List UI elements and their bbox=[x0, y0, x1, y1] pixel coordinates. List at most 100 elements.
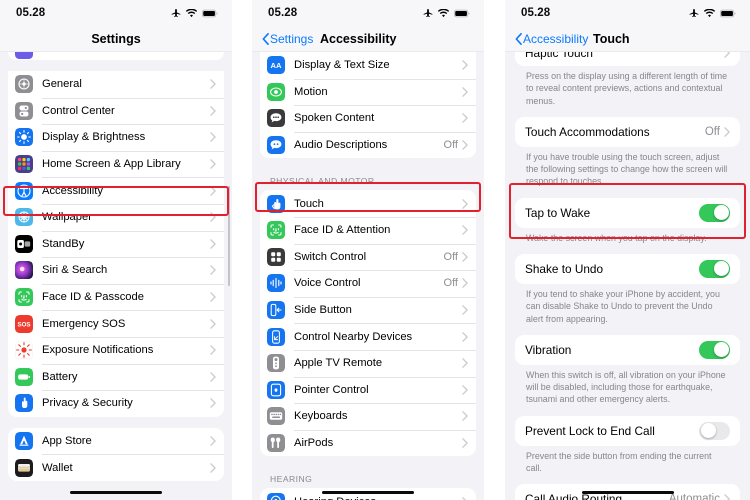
settings-row-general[interactable]: General bbox=[8, 71, 224, 98]
settings-row-face-id-attention[interactable]: Face ID & Attention bbox=[260, 216, 476, 244]
settings-row-label: Battery bbox=[42, 370, 78, 383]
settings-row-switch-control[interactable]: Switch Control Off bbox=[260, 243, 476, 271]
settings-row-privacy-security[interactable]: Privacy & Security bbox=[8, 390, 224, 417]
touch-setting-haptic-touch[interactable]: Haptic Touch bbox=[515, 52, 740, 66]
wallet-icon bbox=[15, 458, 33, 477]
settings-row-battery[interactable]: Battery bbox=[8, 363, 224, 391]
settings-row-label: Control Nearby Devices bbox=[294, 330, 413, 343]
settings-row-label: Keyboards bbox=[294, 410, 348, 423]
wifi-icon bbox=[704, 8, 715, 18]
privacy-hand-icon bbox=[15, 394, 33, 413]
settings-row-airpods[interactable]: AirPods bbox=[260, 429, 476, 457]
gear-icon bbox=[15, 75, 33, 94]
settings-row-app-store[interactable]: App Store bbox=[8, 428, 224, 455]
toggle-switch[interactable] bbox=[699, 203, 730, 222]
display-text-size-icon: AA bbox=[267, 56, 285, 75]
chevron-right-icon bbox=[724, 52, 730, 58]
setting-footnote: Prevent the side button from ending the … bbox=[526, 450, 712, 473]
status-clock: 05.28 bbox=[16, 7, 46, 19]
phone-panel-settings: 05.28 Settings General Control Center Disp… bbox=[0, 0, 232, 500]
settings-row-value: Off bbox=[443, 277, 458, 290]
settings-row-wallpaper[interactable]: Wallpaper bbox=[8, 203, 224, 231]
setting-title: Haptic Touch bbox=[525, 52, 593, 60]
settings-row-label: Privacy & Security bbox=[42, 397, 133, 410]
back-button-settings[interactable]: Settings bbox=[262, 32, 313, 46]
panel-gap-1 bbox=[232, 0, 252, 500]
pointer-control-icon bbox=[267, 380, 285, 399]
accessibility-icon bbox=[15, 181, 33, 200]
phone-panel-accessibility: 05.28 Settings Accessibility AA Display &… bbox=[252, 0, 484, 500]
touch-setting-touch-accommodations[interactable]: Touch Accommodations Off bbox=[515, 116, 740, 147]
settings-row-standby[interactable]: StandBy bbox=[8, 230, 224, 258]
settings-row-touch[interactable]: Touch bbox=[260, 190, 476, 217]
chevron-right-icon bbox=[724, 127, 730, 137]
airplane-icon bbox=[171, 8, 181, 18]
settings-row-exposure-notifications[interactable]: Exposure Notifications bbox=[8, 336, 224, 364]
accessibility-scroll-body[interactable]: AA Display & Text Size Motion Spoken Conten… bbox=[252, 52, 484, 500]
settings-row-keyboards[interactable]: Keyboards bbox=[260, 403, 476, 430]
settings-row-display-brightness[interactable]: Display & Brightness bbox=[8, 124, 224, 151]
settings-row-face-id-passcode[interactable]: Face ID & Passcode bbox=[8, 283, 224, 311]
back-button-label: Accessibility bbox=[523, 31, 589, 46]
battery-icon bbox=[720, 9, 736, 18]
toggle-knob bbox=[713, 261, 729, 277]
settings-row-wallet[interactable]: Wallet bbox=[8, 454, 224, 481]
status-clock: 05.28 bbox=[521, 7, 551, 19]
settings-row-motion[interactable]: Motion bbox=[260, 78, 476, 106]
settings-row-label: App Store bbox=[42, 435, 92, 448]
settings-row-label: Spoken Content bbox=[294, 112, 375, 125]
settings-row-control-center[interactable]: Control Center bbox=[8, 97, 224, 125]
chevron-right-icon bbox=[462, 252, 468, 262]
siri-icon bbox=[15, 261, 33, 280]
settings-row-label: Face ID & Passcode bbox=[42, 291, 144, 304]
settings-row-label: Motion bbox=[294, 85, 328, 98]
settings-row-side-button[interactable]: Side Button bbox=[260, 296, 476, 324]
toggle-switch[interactable] bbox=[699, 259, 730, 278]
settings-row-pointer-control[interactable]: Pointer Control bbox=[260, 376, 476, 404]
settings-row-accessibility[interactable]: Accessibility bbox=[8, 177, 224, 204]
touch-setting-shake-to-undo[interactable]: Shake to Undo bbox=[515, 253, 740, 284]
settings-row-label: Wallet bbox=[42, 461, 73, 474]
status-bar-3: 05.28 bbox=[505, 0, 750, 26]
settings-row-home-screen-app-library[interactable]: Home Screen & App Library bbox=[8, 150, 224, 178]
chevron-right-icon bbox=[210, 318, 216, 329]
settings-row-audio-descriptions[interactable]: Audio Descriptions Off bbox=[260, 131, 476, 159]
chevron-right-icon bbox=[462, 225, 468, 236]
settings-row-emergency-sos[interactable]: SOS Emergency SOS bbox=[8, 310, 224, 337]
back-button-accessibility[interactable]: Accessibility bbox=[515, 32, 588, 46]
touch-setting-prevent-lock-to-end-call[interactable]: Prevent Lock to End Call bbox=[515, 415, 740, 446]
settings-row-label: Siri & Search bbox=[42, 264, 108, 277]
settings-row-label: General bbox=[42, 78, 82, 91]
scrollbar-1[interactable] bbox=[227, 186, 230, 286]
spoken-content-icon bbox=[267, 109, 285, 128]
chevron-right-icon bbox=[462, 60, 468, 71]
switch-control-icon bbox=[267, 247, 285, 266]
status-bar-1: 05.28 bbox=[0, 0, 232, 26]
chevron-right-icon bbox=[462, 331, 468, 342]
chevron-right-icon bbox=[210, 132, 216, 143]
settings-scroll-body[interactable]: General Control Center Display & Brightnes… bbox=[0, 52, 232, 500]
chevron-right-icon bbox=[210, 185, 216, 196]
settings-row-voice-control[interactable]: Voice Control Off bbox=[260, 270, 476, 297]
chevron-right-icon bbox=[210, 436, 216, 446]
screenshot-stage: 05.28 Settings General Control Center Disp… bbox=[0, 0, 750, 500]
touch-setting-vibration[interactable]: Vibration bbox=[515, 334, 740, 365]
setting-value: Automatic bbox=[668, 493, 720, 500]
toggle-switch[interactable] bbox=[699, 421, 730, 440]
settings-group: General Control Center Display & Brightnes… bbox=[8, 71, 224, 417]
chevron-right-icon bbox=[462, 198, 468, 209]
settings-row-siri-search[interactable]: Siri & Search bbox=[8, 257, 224, 284]
chevron-right-icon bbox=[462, 113, 468, 124]
chevron-right-icon bbox=[210, 159, 216, 169]
toggle-switch[interactable] bbox=[699, 340, 730, 359]
status-icons bbox=[423, 8, 470, 18]
settings-row-spoken-content[interactable]: Spoken Content bbox=[260, 105, 476, 132]
touch-scroll-body[interactable]: Haptic Touch Press on the display using a… bbox=[505, 52, 750, 500]
settings-row-label: Accessibility bbox=[42, 184, 103, 197]
settings-row-apple-tv-remote[interactable]: Apple TV Remote bbox=[260, 349, 476, 377]
chevron-right-icon bbox=[462, 358, 468, 369]
touch-setting-tap-to-wake[interactable]: Tap to Wake bbox=[515, 197, 740, 228]
settings-row-display-text-size[interactable]: AA Display & Text Size bbox=[260, 52, 476, 79]
settings-row-label: Audio Descriptions bbox=[294, 139, 388, 152]
settings-row-control-nearby-devices[interactable]: Control Nearby Devices bbox=[260, 323, 476, 350]
